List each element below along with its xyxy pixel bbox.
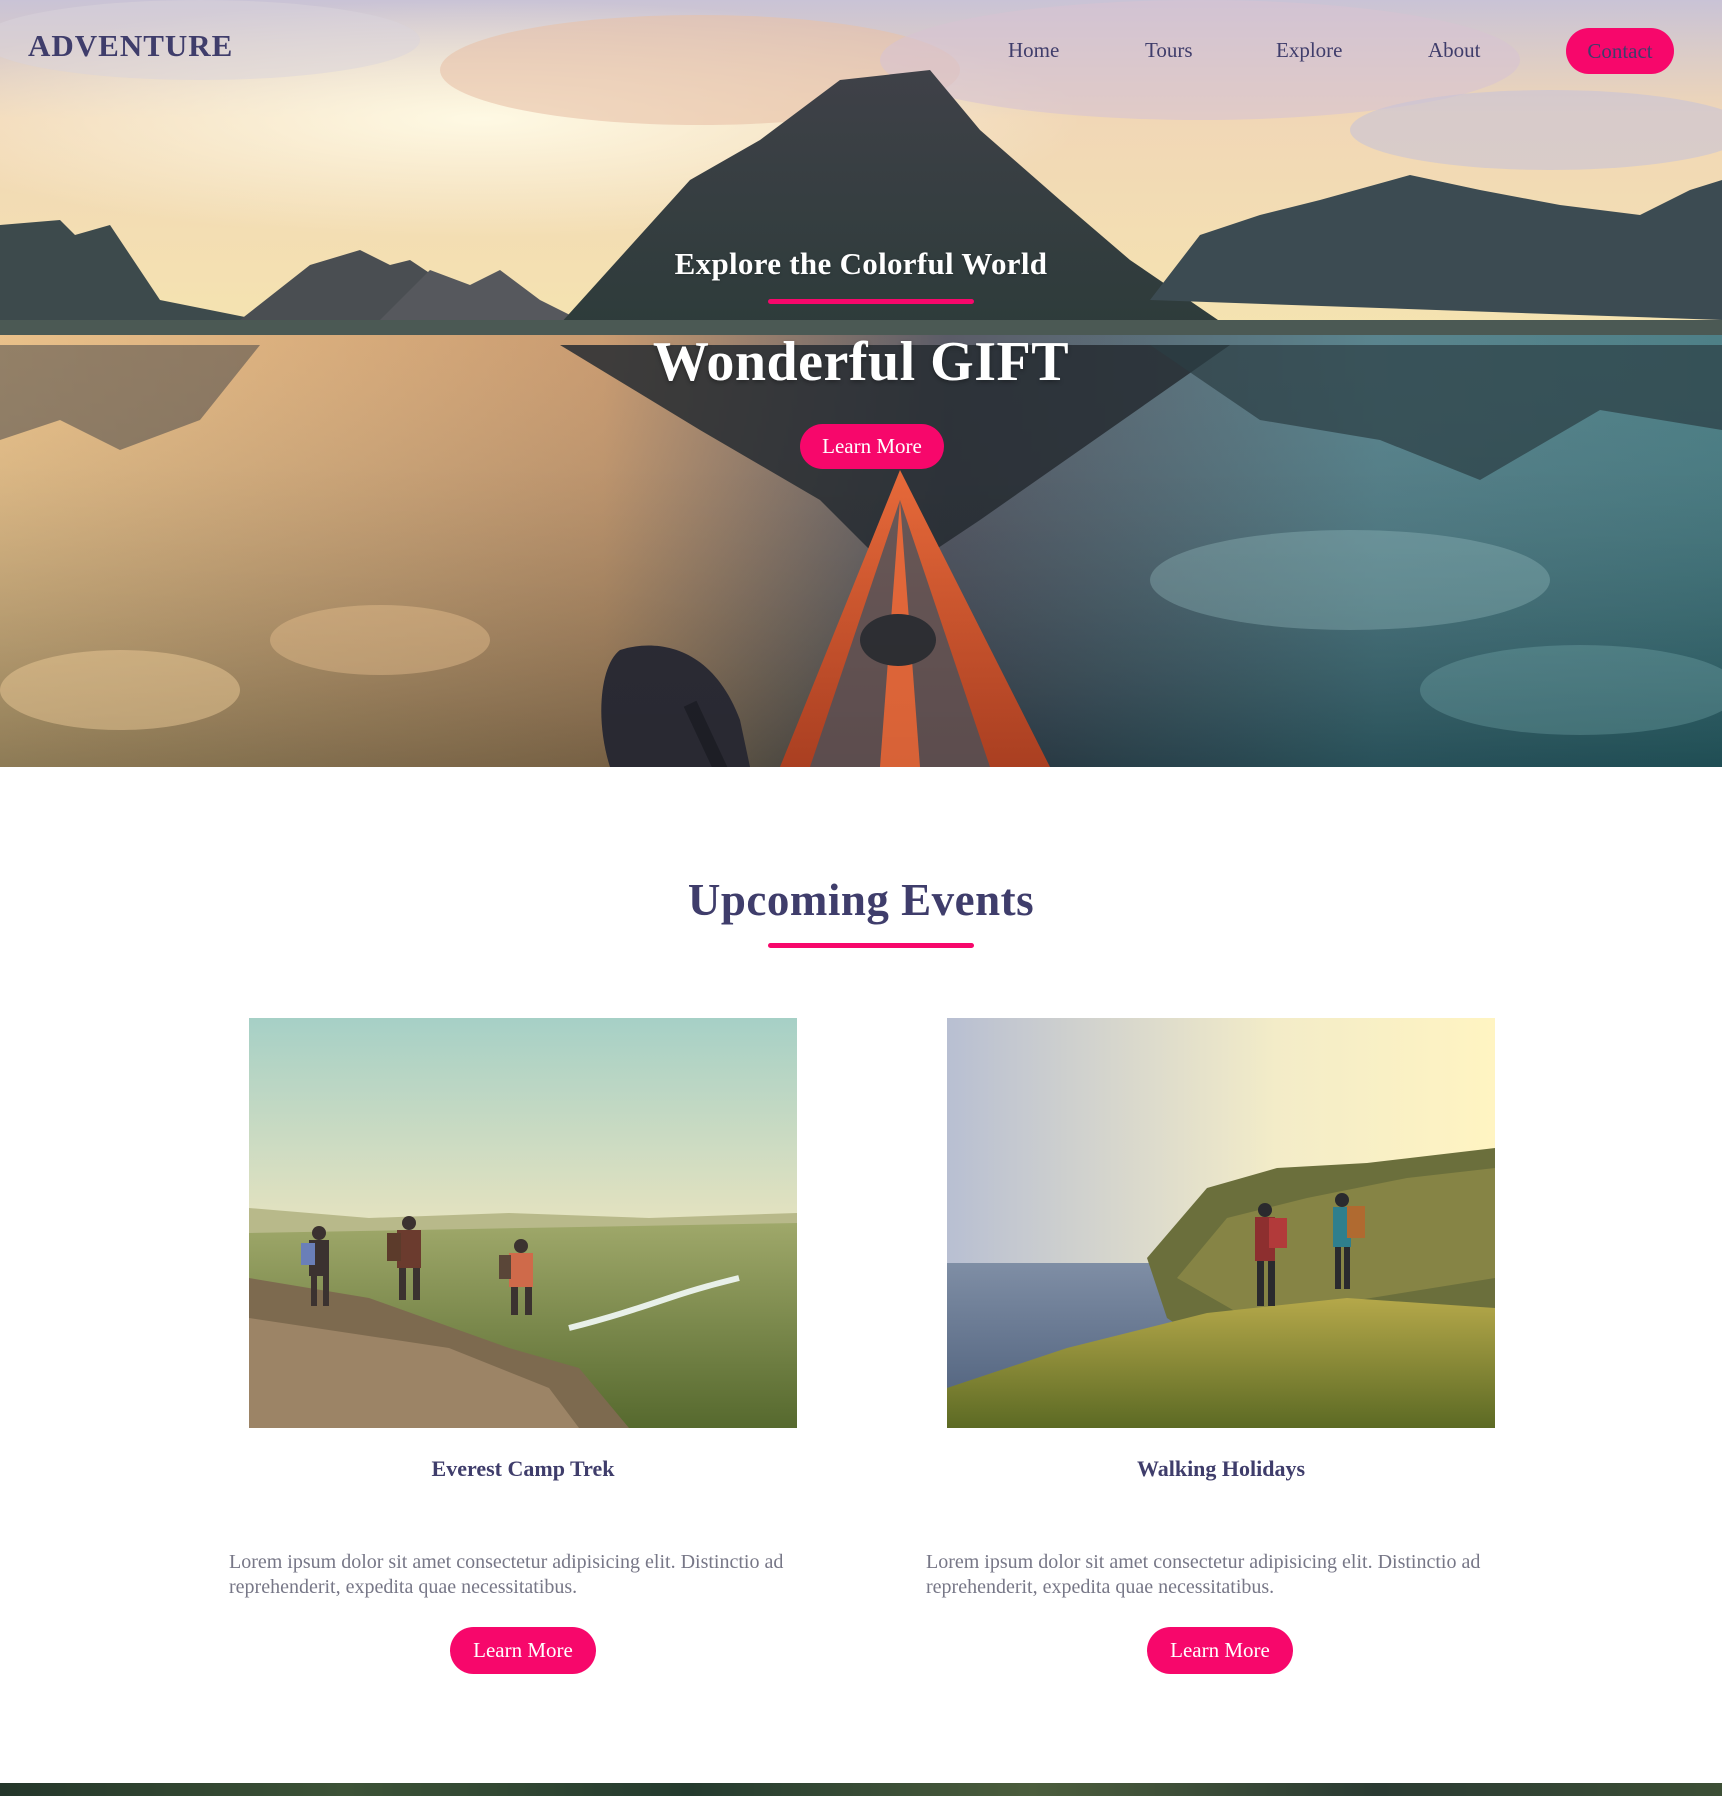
events-heading: Upcoming Events: [687, 875, 1035, 925]
hero-title: Wonderful GIFT: [652, 331, 1070, 393]
next-section-image-strip: [0, 1783, 1722, 1796]
hero-learn-more-button[interactable]: Learn More: [800, 424, 944, 469]
nav-link-about[interactable]: About: [1428, 38, 1481, 63]
hero-underline-divider: [768, 299, 974, 304]
event-title-everest-camp-trek: Everest Camp Trek: [431, 1456, 615, 1481]
nav-link-explore[interactable]: Explore: [1276, 38, 1342, 63]
event-image-walking-holidays: [947, 1018, 1495, 1428]
events-underline-divider: [768, 943, 974, 948]
brand-logo[interactable]: ADVENTURE: [28, 28, 233, 64]
nav-link-tours[interactable]: Tours: [1145, 38, 1193, 63]
event-description-everest-camp-trek: Lorem ipsum dolor sit amet consectetur a…: [229, 1551, 784, 1598]
contact-button[interactable]: Contact: [1566, 28, 1674, 74]
nav-link-home[interactable]: Home: [1008, 38, 1059, 63]
event-image-everest-camp-trek: [249, 1018, 797, 1428]
walking-learn-more-button[interactable]: Learn More: [1147, 1627, 1293, 1674]
event-description-walking-holidays: Lorem ipsum dolor sit amet consectetur a…: [926, 1551, 1481, 1598]
hero-subtitle: Explore the Colorful World: [674, 246, 1048, 281]
event-title-walking-holidays: Walking Holidays: [1136, 1456, 1306, 1481]
everest-learn-more-button[interactable]: Learn More: [450, 1627, 596, 1674]
hero-section: ADVENTURE Home Tours Explore About Conta…: [0, 0, 1722, 767]
top-navigation: ADVENTURE Home Tours Explore About Conta…: [0, 0, 1722, 100]
